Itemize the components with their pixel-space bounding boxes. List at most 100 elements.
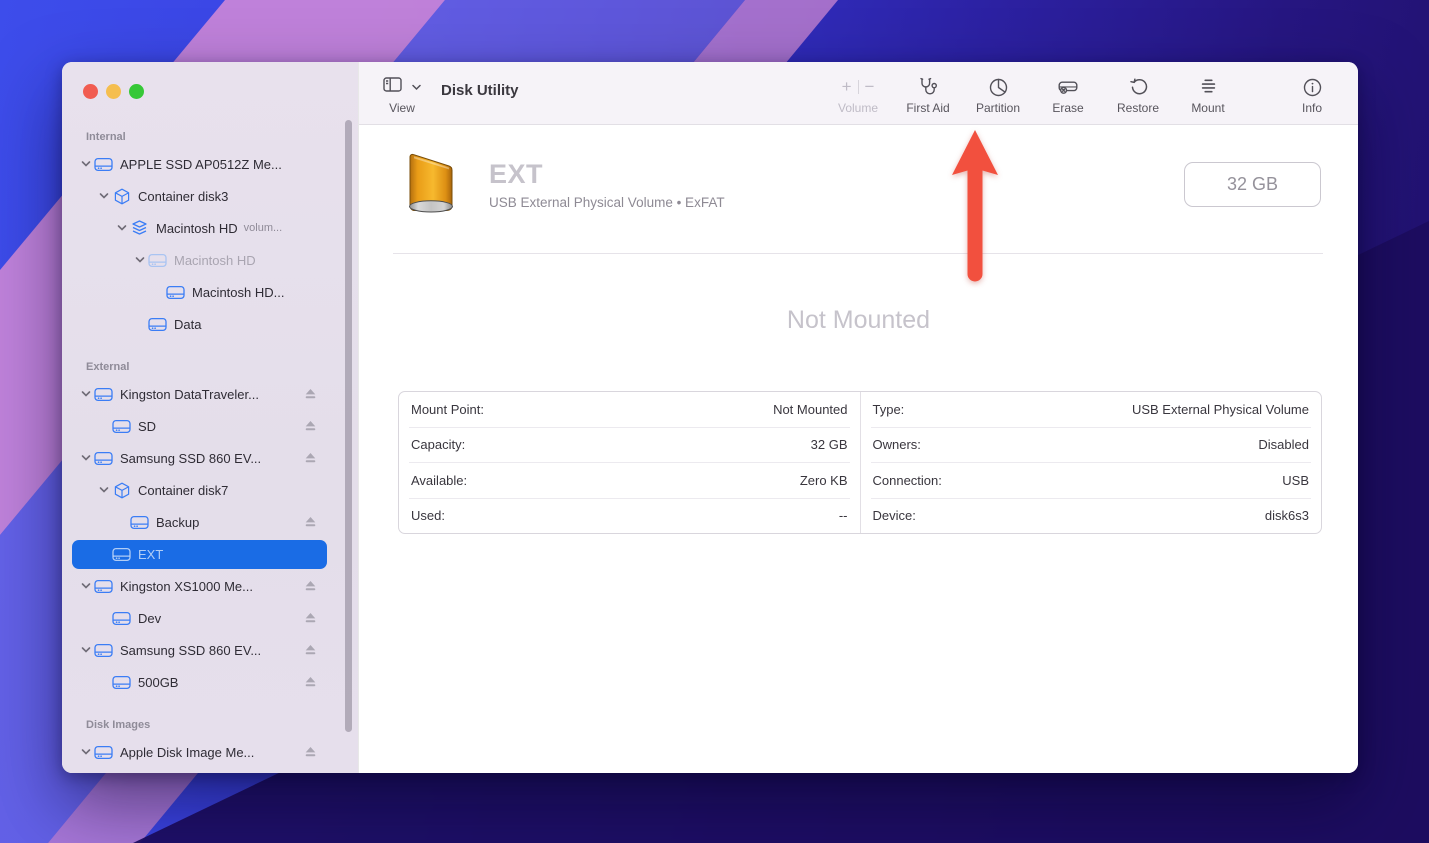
sidebar: Internal APPLE SSD AP0512Z Me... Container… [62,62,358,773]
info-circle-icon [1303,75,1322,99]
chevron-down-icon[interactable] [78,386,94,402]
drive-size-badge: 32 GB [1184,162,1321,207]
spec-value: disk6s3 [1265,508,1311,523]
sidebar-item-label: APPLE SSD AP0512Z Me... [120,157,282,172]
partition-pie-icon [989,75,1008,99]
mount-stack-icon [1199,75,1218,99]
restore-button[interactable]: Restore [1110,62,1166,124]
view-button[interactable]: View [383,62,421,124]
sidebar-item-label: SD [138,419,156,434]
spec-value: Disabled [1258,437,1311,452]
erase-button-label: Erase [1052,101,1083,115]
sidebar-item-macintosh-hd[interactable]: Macintosh HD... [62,276,358,308]
sidebar-item-data[interactable]: Data [62,308,358,340]
drive-icon [112,674,131,690]
volume-button: +− Volume [830,62,886,124]
toolbar: View Disk Utility +− Volume [359,62,1358,125]
chevron-down-icon[interactable] [96,482,112,498]
erase-disk-icon [1057,75,1079,99]
chevron-down-icon[interactable] [78,744,94,760]
eject-icon[interactable] [304,644,317,656]
eject-icon[interactable] [304,612,317,624]
drive-header: EXT USB External Physical Volume • ExFAT [400,153,725,216]
spec-row: Device:disk6s3 [871,498,1312,534]
sidebar-item-apple-disk-image-me[interactable]: Apple Disk Image Me... [62,736,358,768]
chevron-down-icon[interactable] [78,450,94,466]
restore-button-label: Restore [1117,101,1159,115]
disk-utility-window: Internal APPLE SSD AP0512Z Me... Container… [62,62,1358,773]
sidebar-item-500gb[interactable]: 500GB [62,666,358,698]
eject-icon[interactable] [304,516,317,528]
chevron-down-icon[interactable] [132,252,148,268]
drive-icon [166,284,185,300]
volume-group-icon [130,220,149,236]
drive-icon [148,252,167,268]
eject-icon[interactable] [304,580,317,592]
drive-icon [94,642,113,658]
chevron-down-icon [96,546,112,562]
spec-label: Owners: [871,437,921,452]
chevron-down-icon[interactable] [78,642,94,658]
partition-button[interactable]: Partition [970,62,1026,124]
sidebar-item-container-disk3[interactable]: Container disk3 [62,180,358,212]
first-aid-stethoscope-icon [917,75,939,99]
mount-status-text: Not Mounted [359,306,1358,335]
sidebar-item-macintosh-hd[interactable]: Macintosh HDvolum... [62,212,358,244]
chevron-down-icon [96,674,112,690]
sidebar-section-internal: Internal [86,120,126,148]
spec-label: Capacity: [409,437,465,452]
toolbar-buttons: +− Volume First Aid [830,62,1340,124]
sidebar-item-samsung-ssd-860-ev[interactable]: Samsung SSD 860 EV... [62,634,358,666]
details-column-left: Mount Point:Not MountedCapacity:32 GBAva… [399,392,860,533]
eject-icon[interactable] [304,676,317,688]
spec-value: Not Mounted [773,402,849,417]
drive-details-table: Mount Point:Not MountedCapacity:32 GBAva… [398,391,1322,534]
sidebar-icon [383,77,402,97]
sidebar-item-suffix: volum... [244,222,283,234]
eject-icon[interactable] [304,420,317,432]
spec-row: Capacity:32 GB [409,427,850,463]
sidebar-item-macintosh-hd[interactable]: Macintosh HD [62,244,358,276]
content-divider [393,253,1323,254]
main-pane: View Disk Utility +− Volume [358,62,1358,773]
erase-button[interactable]: Erase [1040,62,1096,124]
content-area: EXT USB External Physical Volume • ExFAT… [359,125,1358,773]
chevron-down-icon [132,316,148,332]
sidebar-item-kingston-datatraveler[interactable]: Kingston DataTraveler... [62,378,358,410]
info-button-label: Info [1302,101,1322,115]
eject-icon[interactable] [304,388,317,400]
mount-button[interactable]: Mount [1180,62,1236,124]
sidebar-item-ext[interactable]: EXT [62,538,358,570]
spec-value: USB [1282,473,1311,488]
eject-icon[interactable] [304,452,317,464]
spec-row: Owners: Disabled [871,427,1312,463]
drive-name: EXT [489,159,725,190]
first-aid-button[interactable]: First Aid [900,62,956,124]
sidebar-item-sd[interactable]: SD [62,410,358,442]
drive-icon [94,386,113,402]
sidebar-item-kingston-xs1000-me[interactable]: Kingston XS1000 Me... [62,570,358,602]
first-aid-button-label: First Aid [906,101,949,115]
sidebar-item-dev[interactable]: Dev [62,602,358,634]
red-arrow-annotation [940,125,1010,290]
spec-row: Connection: USB [871,462,1312,498]
sidebar-item-samsung-ssd-860-ev[interactable]: Samsung SSD 860 EV... [62,442,358,474]
spec-value: Zero KB [800,473,850,488]
spec-label: Mount Point: [409,402,484,417]
sidebar-item-label: Kingston DataTraveler... [120,387,259,402]
sidebar-item-container-disk7[interactable]: Container disk7 [62,474,358,506]
sidebar-item-label: Data [174,317,201,332]
spec-label: Connection: [871,473,942,488]
info-button[interactable]: Info [1284,62,1340,124]
eject-icon[interactable] [304,746,317,758]
chevron-down-icon[interactable] [96,188,112,204]
sidebar-item-backup[interactable]: Backup [62,506,358,538]
chevron-down-icon[interactable] [114,220,130,236]
view-button-label: View [389,101,415,115]
sidebar-scrollbar[interactable] [345,120,352,732]
drive-icon [112,610,131,626]
chevron-down-icon[interactable] [78,156,94,172]
spec-value: -- [839,508,850,523]
chevron-down-icon[interactable] [78,578,94,594]
sidebar-item-apple-ssd-ap0512z-me[interactable]: APPLE SSD AP0512Z Me... [62,148,358,180]
